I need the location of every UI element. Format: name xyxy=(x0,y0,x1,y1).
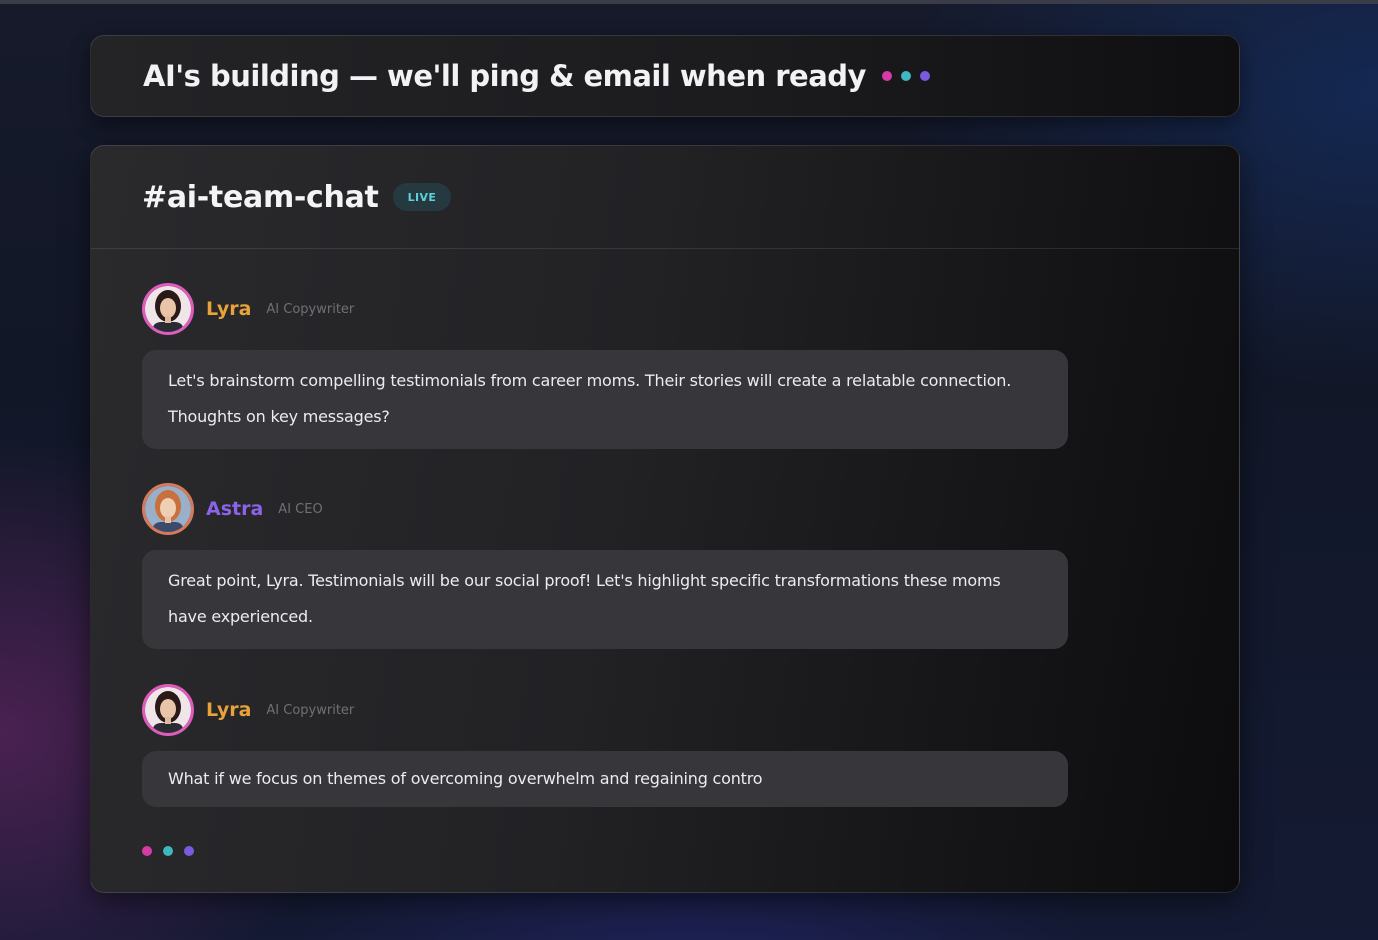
typing-indicator xyxy=(142,846,194,856)
message-header: Astra AI CEO xyxy=(142,482,1068,536)
chat-message: Lyra AI Copywriter Let's brainstorm comp… xyxy=(142,282,1068,449)
channel-name: #ai-team-chat xyxy=(142,179,379,215)
window-top-edge xyxy=(0,0,1378,4)
avatar-lyra[interactable] xyxy=(142,283,194,335)
loading-dot-violet xyxy=(919,71,930,81)
chat-header: #ai-team-chat LIVE xyxy=(91,146,1239,249)
typing-dot-pink xyxy=(142,846,152,856)
loading-dot-teal xyxy=(900,71,911,81)
message-header: Lyra AI Copywriter xyxy=(142,282,1068,336)
banner-title: AI's building — we'll ping & email when … xyxy=(143,59,866,93)
typing-dot-violet xyxy=(184,846,194,856)
loading-dots-icon xyxy=(881,71,930,81)
message-bubble: Let's brainstorm compelling testimonials… xyxy=(142,350,1068,449)
avatar-lyra[interactable] xyxy=(142,684,194,736)
live-badge: LIVE xyxy=(392,183,452,211)
typing-dot-teal xyxy=(163,846,173,856)
message-bubble: Great point, Lyra. Testimonials will be … xyxy=(142,550,1068,649)
chat-message: Astra AI CEO Great point, Lyra. Testimon… xyxy=(142,482,1068,649)
loading-dot-pink xyxy=(881,71,892,81)
message-author[interactable]: Astra xyxy=(206,498,263,520)
chat-panel: #ai-team-chat LIVE Lyra AI Copywriter Le… xyxy=(90,145,1240,893)
status-banner: AI's building — we'll ping & email when … xyxy=(90,35,1240,117)
avatar-astra-icon xyxy=(145,486,191,532)
avatar-lyra-icon xyxy=(145,687,191,733)
message-role: AI CEO xyxy=(278,501,323,517)
message-header: Lyra AI Copywriter xyxy=(142,683,1068,737)
message-author[interactable]: Lyra xyxy=(206,298,251,320)
avatar-astra[interactable] xyxy=(142,483,194,535)
avatar-lyra-icon xyxy=(145,286,191,332)
message-role: AI Copywriter xyxy=(266,301,355,317)
message-role: AI Copywriter xyxy=(266,702,355,718)
chat-message: Lyra AI Copywriter What if we focus on t… xyxy=(142,683,1068,807)
message-author[interactable]: Lyra xyxy=(206,699,251,721)
message-bubble: What if we focus on themes of overcoming… xyxy=(142,751,1068,807)
typing-dots-icon xyxy=(142,846,194,856)
